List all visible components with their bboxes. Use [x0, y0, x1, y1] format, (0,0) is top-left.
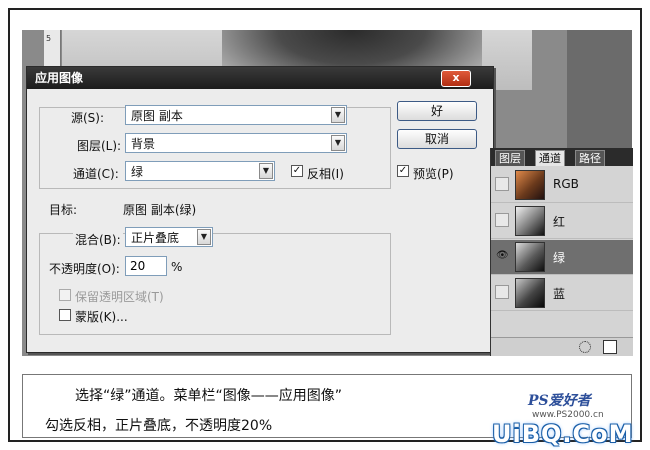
blending-value: 正片叠底 [131, 231, 180, 245]
channel-name: 红 [553, 215, 566, 229]
chevron-down-icon: ▼ [331, 107, 345, 123]
cancel-button[interactable]: 取消 [397, 129, 477, 149]
dialog-title: 应用图像 [35, 71, 84, 85]
ok-button[interactable]: 好 [397, 101, 477, 121]
target-label: 目标: [49, 203, 78, 217]
blending-label: 混合(B): [73, 231, 123, 248]
channel-label: 通道(C): [73, 167, 119, 181]
apply-image-dialog: 应用图像 x 源(S): 原图 副本 ▼ 图层(L): 背景 ▼ 通道(C): … [26, 66, 494, 353]
blending-select[interactable]: 正片叠底 ▼ [125, 227, 213, 247]
caption-line2: 勾选反相，正片叠底，不透明度20% [45, 418, 273, 434]
checkmark-icon: ✓ [292, 165, 302, 176]
visibility-toggle[interactable]: 👁 [495, 249, 509, 263]
channel-name: 蓝 [553, 287, 566, 301]
invert-checkbox[interactable]: ✓ [291, 165, 303, 177]
invert-label: 反相(I) [307, 167, 344, 181]
ps-logo: PS爱好者 [528, 393, 591, 409]
channel-row-blue[interactable]: 蓝 [491, 276, 633, 311]
panel-tabs: 图层 通道 路径 [491, 148, 633, 166]
chevron-down-icon: ▼ [259, 163, 273, 179]
channels-panel: 图层 通道 路径 RGB 红 👁 绿 蓝 [490, 148, 633, 356]
preview-label: 预览(P) [413, 167, 454, 181]
close-button[interactable]: x [441, 70, 471, 87]
channel-value: 绿 [131, 165, 144, 179]
layer-label: 图层(L): [77, 139, 122, 153]
layer-value: 背景 [131, 137, 156, 151]
target-value: 原图 副本(绿) [123, 203, 197, 217]
preview-checkbox[interactable]: ✓ [397, 165, 409, 177]
preserve-transparency-label: 保留透明区域(T) [75, 290, 164, 304]
channel-row-rgb[interactable]: RGB [491, 168, 633, 203]
opacity-label: 不透明度(O): [49, 262, 120, 276]
eye-icon: 👁 [496, 250, 509, 261]
channel-thumbnail [515, 242, 545, 272]
close-icon: x [452, 71, 460, 84]
preserve-transparency-checkbox[interactable] [59, 289, 71, 301]
mask-label: 蒙版(K)... [75, 310, 128, 324]
channel-row-red[interactable]: 红 [491, 204, 633, 239]
channel-thumbnail [515, 206, 545, 236]
channel-thumbnail [515, 278, 545, 308]
save-selection-icon[interactable] [603, 340, 617, 354]
visibility-toggle[interactable] [495, 213, 509, 227]
tab-layers[interactable]: 图层 [495, 150, 525, 166]
visibility-toggle[interactable] [495, 177, 509, 191]
checkmark-icon: ✓ [398, 165, 408, 176]
channel-thumbnail [515, 170, 545, 200]
channel-row-green[interactable]: 👁 绿 [491, 240, 633, 275]
mask-checkbox[interactable] [59, 309, 71, 321]
ruler-mark: 5 [46, 34, 52, 43]
visibility-toggle[interactable] [495, 285, 509, 299]
tab-channels[interactable]: 通道 [535, 150, 565, 166]
chevron-down-icon: ▼ [331, 135, 345, 151]
channel-name: 绿 [553, 251, 566, 265]
channel-select[interactable]: 绿 ▼ [125, 161, 275, 181]
channel-name: RGB [553, 177, 579, 191]
tab-paths[interactable]: 路径 [575, 150, 605, 166]
panel-footer [491, 337, 633, 356]
opacity-input[interactable]: 20 [125, 256, 167, 276]
layer-select[interactable]: 背景 ▼ [125, 133, 347, 153]
load-selection-icon[interactable] [579, 341, 591, 353]
source-label: 源(S): [71, 111, 105, 125]
source-select[interactable]: 原图 副本 ▼ [125, 105, 347, 125]
caption-line1: 选择“绿”通道。菜单栏“图像——应用图像” [75, 388, 343, 404]
site-logo: UiBQ.CoM [492, 420, 634, 448]
source-value: 原图 副本 [131, 109, 183, 123]
workspace-gray-area [567, 30, 632, 155]
dialog-titlebar: 应用图像 x [27, 67, 493, 89]
chevron-down-icon: ▼ [197, 229, 211, 245]
opacity-unit: % [171, 260, 183, 274]
ps-url: www.PS2000.cn [532, 410, 604, 420]
